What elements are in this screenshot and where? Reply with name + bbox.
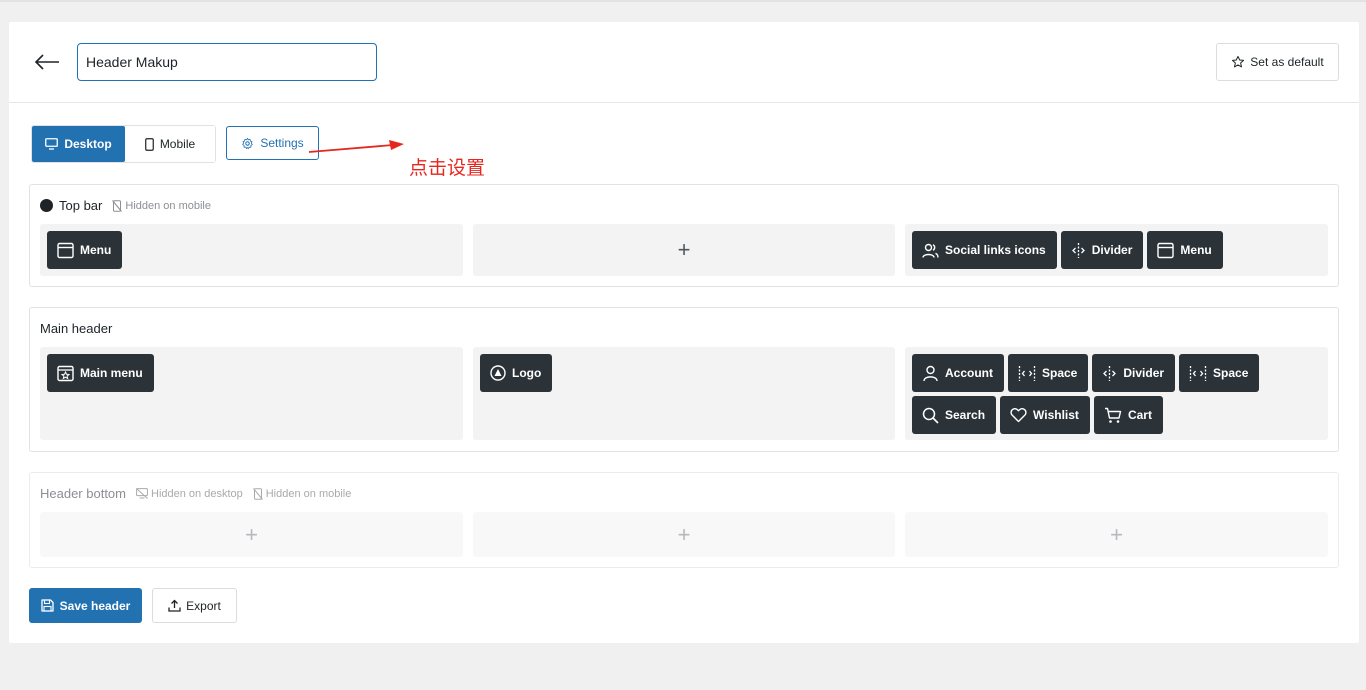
set-default-button[interactable]: Set as default [1216,43,1339,81]
chip-label: Menu [80,243,112,257]
section-main-header: Main header Main menu Logo Account Space [29,307,1339,452]
hidden-mobile-label: Hidden on mobile [125,199,211,212]
top-bar-center-column[interactable]: + [473,224,895,276]
arrow-left-icon [34,54,59,70]
back-button[interactable] [33,48,61,76]
chip-label: Account [945,366,993,380]
user-icon [923,365,938,381]
annotation-text: 点击设置 [409,157,486,179]
tab-desktop-label: Desktop [64,137,112,151]
header-builder-card: Set as default Desktop Mobile Settings 点… [9,22,1359,643]
save-icon [40,599,54,612]
top-bar-title-row: Top bar Hidden on mobile [40,198,211,213]
chip-main-menu[interactable]: Main menu [47,354,154,392]
chip-label: Cart [1127,408,1152,422]
add-item-button[interactable]: + [1110,523,1123,546]
chip-wishlist[interactable]: Wishlist [1000,396,1090,434]
hidden-desktop-tag: Hidden on desktop [136,488,243,500]
settings-button[interactable]: Settings [226,126,319,160]
add-item-button[interactable]: + [245,523,258,546]
upload-icon [168,599,181,612]
save-header-label: Save header [59,598,131,613]
gear-icon [242,137,254,149]
chip-label: Social links icons [945,243,1046,257]
admin-top-edge [0,0,1366,2]
chip-label: Divider [1123,366,1165,380]
chip-social-links-icons[interactable]: Social links icons [912,231,1057,269]
chip-label: Main menu [80,366,143,380]
menu-window-icon [57,242,74,258]
top-bar-left-column[interactable]: Menu [40,224,463,276]
header-bottom-center-column[interactable]: + [473,512,895,557]
chip-space[interactable]: Space [1008,354,1089,392]
chip-label: Logo [512,366,542,380]
tab-mobile-label: Mobile [159,137,196,151]
save-header-button[interactable]: Save header [29,588,142,623]
menu-window-icon [1157,242,1175,258]
main-header-center-column[interactable]: Logo [473,347,895,440]
header-bottom-right-column[interactable]: + [905,512,1328,557]
chip-label: Search [945,408,986,422]
chip-label: Menu [1180,243,1212,257]
cart-icon [1104,407,1122,423]
chip-label: Wishlist [1033,408,1079,422]
header-bottom-title-row: Header bottom Hidden on desktop Hidden o… [40,486,351,501]
chip-menu[interactable]: Menu [47,231,123,269]
chip-space[interactable]: Space [1179,354,1260,392]
settings-label: Settings [260,136,304,150]
chip-account[interactable]: Account [912,354,1004,392]
space-icon [1018,365,1036,381]
header-bottom-left-column[interactable]: + [40,512,463,557]
add-item-button[interactable]: + [678,523,691,546]
chip-divider[interactable]: Divider [1092,354,1176,392]
section-top-bar: Top bar Hidden on mobile Menu + Social l… [29,184,1339,287]
search-icon [922,407,939,424]
divider-icon [1103,365,1117,381]
main-header-title-row: Main header [40,321,112,336]
mobile-off-icon [252,487,263,500]
export-label: Export [186,598,221,613]
hidden-mobile-label: Hidden on mobile [265,487,352,500]
chip-label: Space [1042,366,1078,380]
chip-label: Divider [1091,243,1133,257]
tab-desktop[interactable]: Desktop [32,126,125,162]
star-icon [1232,55,1245,68]
users-icon [922,243,939,258]
section-header-bottom: Header bottom Hidden on desktop Hidden o… [29,472,1339,568]
divider-icon [1071,242,1085,258]
hidden-mobile-tag: Hidden on mobile [252,487,352,500]
space-icon [1189,365,1207,381]
annotation-arrow-icon [309,140,404,153]
chip-search[interactable]: Search [912,396,997,434]
add-item-button[interactable]: + [678,239,691,261]
hidden-mobile-tag: Hidden on mobile [112,200,211,212]
desktop-icon [45,138,59,150]
set-default-label: Set as default [1250,55,1324,69]
status-dot-icon [40,199,53,212]
main-header-right-column[interactable]: Account Space Divider Space Search Wishl… [905,347,1328,440]
top-bar-title: Top bar [59,198,103,213]
chip-divider[interactable]: Divider [1060,231,1144,269]
builder-toolbar: Set as default [9,22,1359,103]
top-bar-right-column[interactable]: Social links icons Divider Menu [905,224,1328,276]
header-name-input[interactable] [77,43,377,81]
device-switcher: Desktop Mobile [31,125,216,163]
chip-logo[interactable]: Logo [480,354,553,392]
chip-menu[interactable]: Menu [1147,231,1223,269]
logo-icon [490,365,506,381]
hidden-desktop-label: Hidden on desktop [151,487,243,500]
mobile-icon [144,137,154,151]
main-header-title: Main header [40,321,113,336]
main-header-left-column[interactable]: Main menu [40,347,463,440]
tab-mobile[interactable]: Mobile [125,126,215,162]
main-menu-icon [57,365,74,381]
desktop-off-icon [136,488,148,499]
heart-icon [1010,408,1027,423]
chip-cart[interactable]: Cart [1093,396,1163,434]
header-bottom-title: Header bottom [40,486,126,501]
chip-label: Space [1213,366,1249,380]
mobile-off-icon [112,199,123,212]
export-button[interactable]: Export [152,588,237,623]
